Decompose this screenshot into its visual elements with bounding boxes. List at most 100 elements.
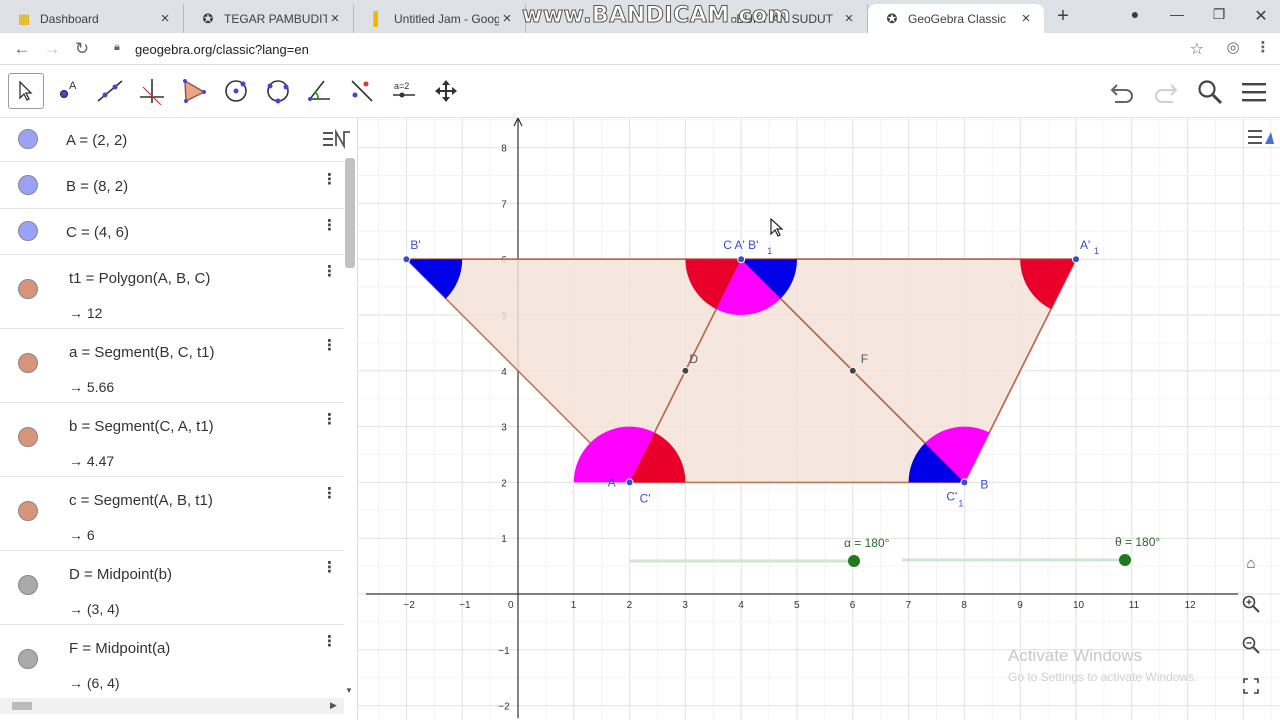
- theta-slider-label: θ = 180°: [1115, 535, 1160, 549]
- algebra-item-c[interactable]: c = Segment(A, B, t1) → 6 ⋮: [0, 477, 344, 551]
- more-options-icon[interactable]: ⋮: [322, 338, 337, 353]
- visibility-toggle[interactable]: [18, 427, 38, 447]
- close-icon[interactable]: ×: [841, 10, 857, 27]
- perpendicular-line-tool-icon[interactable]: [134, 73, 170, 109]
- url-text[interactable]: geogebra.org/classic?lang=en: [135, 42, 309, 57]
- visibility-toggle[interactable]: [18, 501, 38, 521]
- star-icon[interactable]: ☆: [1190, 39, 1204, 59]
- point-tool-icon[interactable]: A: [50, 73, 86, 109]
- reload-icon[interactable]: ↻: [70, 37, 94, 61]
- circle-three-points-tool-icon[interactable]: [260, 73, 296, 109]
- point-label-C-prime: C': [640, 491, 651, 505]
- address-bar: ← → ↻ 🔒︎ geogebra.org/classic?lang=en ☆: [0, 33, 1280, 65]
- redo-icon[interactable]: [1150, 76, 1182, 108]
- scroll-right-icon[interactable]: ▶: [330, 700, 337, 711]
- slider-tool-icon[interactable]: a=2: [386, 73, 422, 109]
- fullscreen-icon[interactable]: [1240, 675, 1262, 697]
- algebra-horizontal-scrollbar[interactable]: ▶: [0, 698, 344, 714]
- close-icon[interactable]: ×: [499, 10, 515, 27]
- x-tick-label: 8: [961, 600, 967, 611]
- move-graphics-view-tool-icon[interactable]: [428, 73, 464, 109]
- extension-icon[interactable]: ◎: [1222, 38, 1244, 60]
- algebra-scrollbar[interactable]: [345, 158, 355, 268]
- close-icon[interactable]: ×: [157, 10, 173, 27]
- zoom-in-icon[interactable]: [1240, 593, 1262, 615]
- x-tick-label: 4: [738, 600, 744, 611]
- algebra-item-a[interactable]: a = Segment(B, C, t1) → 5.66 ⋮: [0, 329, 344, 403]
- more-options-icon[interactable]: ⋮: [322, 264, 337, 279]
- browser-tab-strip: ▦ Dashboard × ✪ TEGAR PAMBUDITAMA × ▌ Un…: [0, 0, 1280, 33]
- scroll-down-icon[interactable]: ▼: [345, 686, 353, 695]
- visibility-toggle[interactable]: [18, 353, 38, 373]
- more-options-icon[interactable]: ⋮: [322, 218, 337, 233]
- search-icon[interactable]: [1194, 76, 1226, 108]
- more-options-icon[interactable]: ⋮: [322, 560, 337, 575]
- graphics-canvas[interactable]: −2−1012345678910111287654321−1−2ABC'C'1C…: [358, 118, 1280, 720]
- algebra-item-A[interactable]: A = (2, 2): [0, 118, 344, 162]
- point-label-D: D: [689, 352, 698, 366]
- algebra-view: A = (2, 2) B = (8, 2) ⋮ C = (4, 6) ⋮ t1 …: [0, 118, 358, 720]
- algebra-item-D[interactable]: D = Midpoint(b) → (3, 4) ⋮: [0, 551, 344, 625]
- back-arrow-icon[interactable]: ←: [10, 37, 34, 61]
- scrollbar-thumb[interactable]: [12, 702, 32, 710]
- tab-dashboard[interactable]: ▦ Dashboard ×: [0, 4, 184, 33]
- visibility-toggle[interactable]: [18, 221, 38, 241]
- zoom-out-icon[interactable]: [1240, 634, 1262, 656]
- visibility-toggle[interactable]: [18, 175, 38, 195]
- mouse-cursor-icon: [770, 217, 784, 241]
- circle-center-point-tool-icon[interactable]: [218, 73, 254, 109]
- algebra-item-t1[interactable]: t1 = Polygon(A, B, C) → 12 ⋮: [0, 255, 344, 329]
- graph-point: [681, 366, 690, 375]
- graph-point: [848, 366, 857, 375]
- lock-icon: 🔒︎: [114, 41, 120, 53]
- window-close-icon[interactable]: ✕: [1250, 6, 1272, 28]
- bandicam-watermark: www.BANDICAM.com: [521, 3, 792, 29]
- close-icon[interactable]: ×: [327, 10, 343, 27]
- activate-windows-title: Activate Windows: [1008, 646, 1143, 665]
- svg-text:A: A: [69, 80, 77, 92]
- visibility-toggle[interactable]: [18, 649, 38, 669]
- angle-tool-icon[interactable]: [302, 73, 338, 109]
- undo-icon[interactable]: [1106, 76, 1138, 108]
- algebra-item-F[interactable]: F = Midpoint(a) → (6, 4) ⋮: [0, 625, 344, 699]
- minimize-icon[interactable]: —: [1166, 6, 1188, 28]
- tab-tegar[interactable]: ✪ TEGAR PAMBUDITAMA ×: [184, 4, 354, 33]
- visibility-toggle[interactable]: [18, 575, 38, 595]
- y-tick-label: 2: [501, 478, 507, 489]
- close-icon[interactable]: ×: [1018, 10, 1034, 27]
- line-tool-icon[interactable]: [92, 73, 128, 109]
- tab-jamboard[interactable]: ▌ Untitled Jam - Google ×: [354, 4, 526, 33]
- reflect-tool-icon[interactable]: [344, 73, 380, 109]
- more-options-icon[interactable]: ⋮: [322, 172, 337, 187]
- browser-menu-icon[interactable]: ⋮: [1252, 38, 1274, 60]
- x-tick-label: 5: [794, 600, 800, 611]
- y-tick-label: 4: [501, 367, 507, 378]
- more-options-icon[interactable]: ⋮: [322, 412, 337, 427]
- visibility-toggle[interactable]: [18, 129, 38, 149]
- polygon-tool-icon[interactable]: [176, 73, 212, 109]
- forward-arrow-icon[interactable]: →: [40, 37, 64, 61]
- graph-point: [960, 478, 969, 487]
- algebra-item-b[interactable]: b = Segment(C, A, t1) → 4.47 ⋮: [0, 403, 344, 477]
- more-options-icon[interactable]: ⋮: [322, 486, 337, 501]
- x-tick-label: 2: [627, 600, 633, 611]
- home-icon[interactable]: ⌂: [1240, 552, 1262, 574]
- point-label-B-prime: B': [410, 238, 420, 252]
- maximize-icon[interactable]: ❐: [1208, 6, 1230, 28]
- y-tick-label: −2: [498, 702, 510, 713]
- algebra-item-C[interactable]: C = (4, 6) ⋮: [0, 209, 344, 255]
- visibility-toggle[interactable]: [18, 279, 38, 299]
- graphics-style-menu-icon[interactable]: [1246, 124, 1276, 150]
- tab-geogebra-classic[interactable]: ✪ GeoGebra Classic ×: [868, 4, 1044, 33]
- more-options-icon[interactable]: ⋮: [322, 634, 337, 649]
- algebra-item-B[interactable]: B = (8, 2) ⋮: [0, 163, 344, 209]
- hamburger-menu-icon[interactable]: [1238, 76, 1270, 108]
- graph-point: [625, 478, 634, 487]
- algebra-style-menu-icon[interactable]: [320, 124, 354, 154]
- new-tab-button[interactable]: +: [1052, 6, 1074, 28]
- profile-icon[interactable]: ●: [1124, 6, 1146, 28]
- graphics-view[interactable]: −2−1012345678910111287654321−1−2ABC'C'1C…: [358, 118, 1280, 720]
- url-omnibox[interactable]: 🔒︎ geogebra.org/classic?lang=en ☆: [106, 37, 1218, 61]
- y-tick-label: 7: [501, 199, 507, 210]
- move-tool-icon[interactable]: [8, 73, 44, 109]
